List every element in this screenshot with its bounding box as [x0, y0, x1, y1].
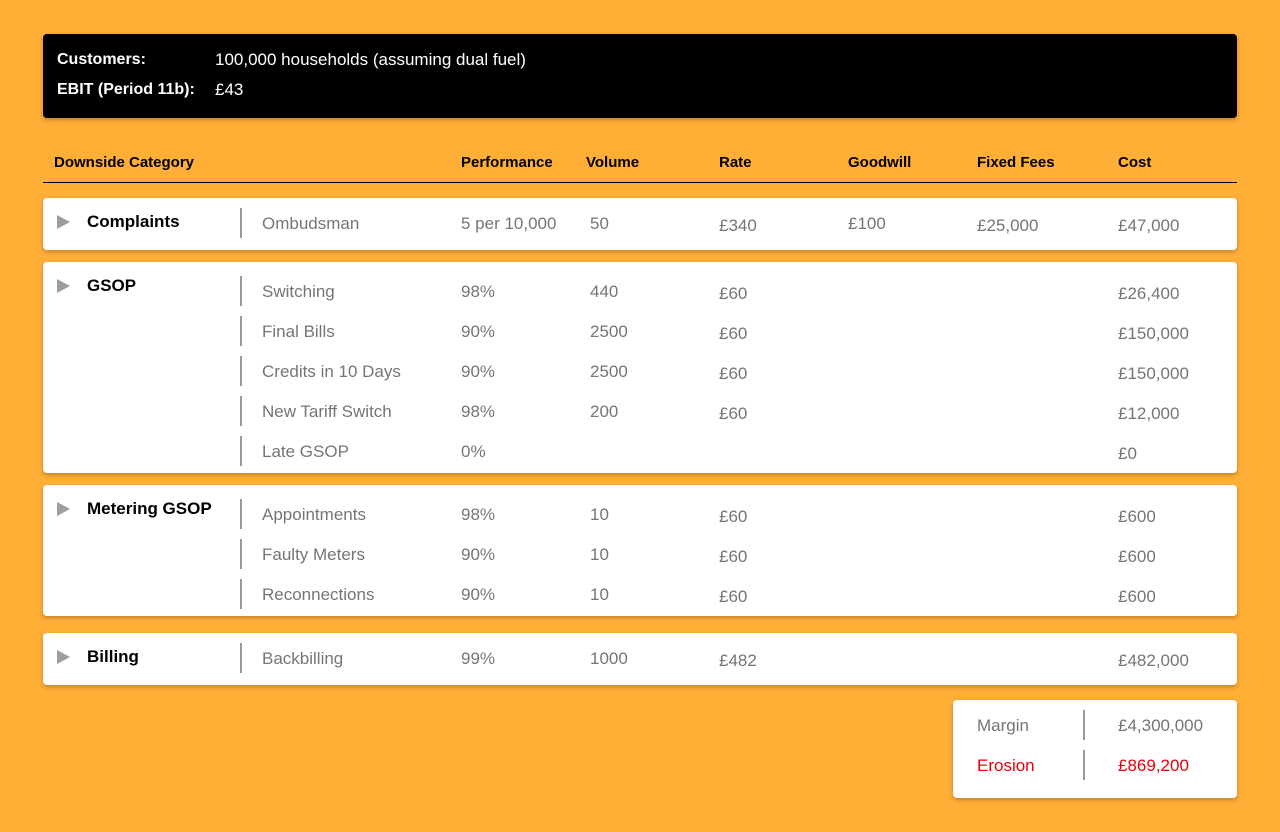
cell-performance: 90% [461, 585, 496, 604]
cell-performance: 0% [461, 442, 486, 461]
divider [240, 316, 242, 346]
cell-subcategory: Ombudsman [262, 214, 360, 233]
cell-subcategory: Faulty Meters [262, 545, 365, 564]
cell-rate: £60 [719, 324, 748, 343]
cell-rate: £60 [719, 364, 748, 383]
cell-volume: 200 [590, 402, 619, 421]
cell-cost: £150,000 [1118, 324, 1189, 343]
table-row: Final Bills 90% 2500 £60 £150,000 [43, 312, 1237, 352]
group-card-gsop: GSOP Switching 98% 440 £60 £26,400 Final Bills… [43, 262, 1237, 473]
cell-fixed-fees: £25,000 [977, 216, 1039, 235]
erosion-row: Erosion £869,200 [953, 740, 1237, 780]
cell-cost: £482,000 [1118, 651, 1189, 670]
erosion-value: £869,200 [1118, 756, 1189, 775]
cell-subcategory: Backbilling [262, 649, 344, 668]
table-row: New Tariff Switch 98% 200 £60 £12,000 [43, 392, 1237, 432]
table-row: Ombudsman 5 per 10,000 50 £340 £100 £25,000 £4… [43, 204, 1237, 244]
cell-performance: 5 per 10,000 [461, 214, 557, 233]
cell-performance: 90% [461, 322, 496, 341]
cell-volume: 10 [590, 505, 609, 524]
cell-subcategory: Late GSOP [262, 442, 349, 461]
cell-performance: 99% [461, 649, 496, 668]
table-row: Reconnections 90% 10 £60 £600 [43, 575, 1237, 615]
col-header-rate: Rate [719, 154, 752, 171]
customers-row: Customers: 100,000 households (assuming … [57, 50, 526, 70]
table-row: Backbilling 99% 1000 £482 £482,000 [43, 639, 1237, 679]
ebit-label: EBIT (Period 11b): [57, 81, 195, 98]
erosion-label: Erosion [977, 756, 1035, 775]
customers-label: Customers: [57, 51, 146, 68]
margin-value: £4,300,000 [1118, 716, 1204, 735]
cell-rate: £60 [719, 587, 748, 606]
divider [240, 499, 242, 529]
cell-goodwill: £100 [848, 214, 886, 233]
cell-cost: £600 [1118, 547, 1156, 566]
divider [240, 436, 242, 466]
divider [240, 643, 242, 673]
cell-volume: 10 [590, 585, 609, 604]
cell-subcategory: Final Bills [262, 322, 335, 341]
customers-value: 100,000 households (assuming dual fuel) [215, 50, 526, 69]
col-header-performance: Performance [461, 154, 553, 171]
cell-volume: 1000 [590, 649, 628, 668]
table-row: Faulty Meters 90% 10 £60 £600 [43, 535, 1237, 575]
cell-volume: 2500 [590, 322, 628, 341]
cell-rate: £340 [719, 216, 757, 235]
cell-subcategory: New Tariff Switch [262, 402, 392, 421]
divider [240, 356, 242, 386]
cell-cost: £0 [1118, 444, 1137, 463]
table-row: Credits in 10 Days 90% 2500 £60 £150,000 [43, 352, 1237, 392]
divider [240, 276, 242, 306]
cell-cost: £600 [1118, 507, 1156, 526]
divider [240, 579, 242, 609]
cell-cost: £12,000 [1118, 404, 1180, 423]
cell-rate: £60 [719, 507, 748, 526]
col-header-volume: Volume [586, 154, 640, 171]
cell-rate: £482 [719, 651, 757, 670]
cell-cost: £47,000 [1118, 216, 1180, 235]
cell-performance: 98% [461, 282, 496, 301]
cell-rate: £60 [719, 404, 748, 423]
divider [240, 208, 242, 238]
cell-performance: 90% [461, 545, 496, 564]
group-card-metering-gsop: Metering GSOP Appointments 98% 10 £60 £600 Fau… [43, 485, 1237, 616]
cell-rate: £60 [719, 284, 748, 303]
divider [1083, 750, 1085, 780]
divider [240, 396, 242, 426]
table-row: Switching 98% 440 £60 £26,400 [43, 272, 1237, 312]
cell-performance: 98% [461, 402, 496, 421]
ebit-row: EBIT (Period 11b): £43 [57, 80, 243, 100]
divider [240, 539, 242, 569]
cell-subcategory: Credits in 10 Days [262, 362, 401, 381]
cell-performance: 98% [461, 505, 496, 524]
col-header-cost: Cost [1118, 154, 1152, 171]
ebit-value: £43 [215, 80, 244, 99]
cell-subcategory: Appointments [262, 505, 366, 524]
cell-volume: 2500 [590, 362, 628, 381]
summary-box: Margin £4,300,000 Erosion £869,200 [953, 700, 1237, 798]
cell-performance: 90% [461, 362, 496, 381]
col-header-goodwill: Goodwill [848, 154, 912, 171]
column-headers: Downside Category Performance Volume Rat… [43, 146, 1237, 183]
col-header-fixed-fees: Fixed Fees [977, 154, 1055, 171]
cell-cost: £600 [1118, 587, 1156, 606]
divider [1083, 710, 1085, 740]
table-row: Late GSOP 0% £0 [43, 432, 1237, 472]
cell-subcategory: Switching [262, 282, 335, 301]
margin-label: Margin [977, 716, 1029, 735]
margin-row: Margin £4,300,000 [953, 700, 1237, 740]
table-row: Appointments 98% 10 £60 £600 [43, 495, 1237, 535]
cell-volume: 50 [590, 214, 609, 233]
cell-subcategory: Reconnections [262, 585, 375, 604]
cell-volume: 10 [590, 545, 609, 564]
cell-cost: £150,000 [1118, 364, 1189, 383]
cell-rate: £60 [719, 547, 748, 566]
col-header-category: Downside Category [54, 154, 195, 171]
summary-header: Customers: 100,000 households (assuming … [43, 34, 1237, 118]
cell-volume: 440 [590, 282, 619, 301]
group-card-complaints: Complaints Ombudsman 5 per 10,000 50 £340 £10… [43, 198, 1237, 250]
group-card-billing: Billing Backbilling 99% 1000 £482 £482,000 [43, 633, 1237, 685]
cell-cost: £26,400 [1118, 284, 1180, 303]
